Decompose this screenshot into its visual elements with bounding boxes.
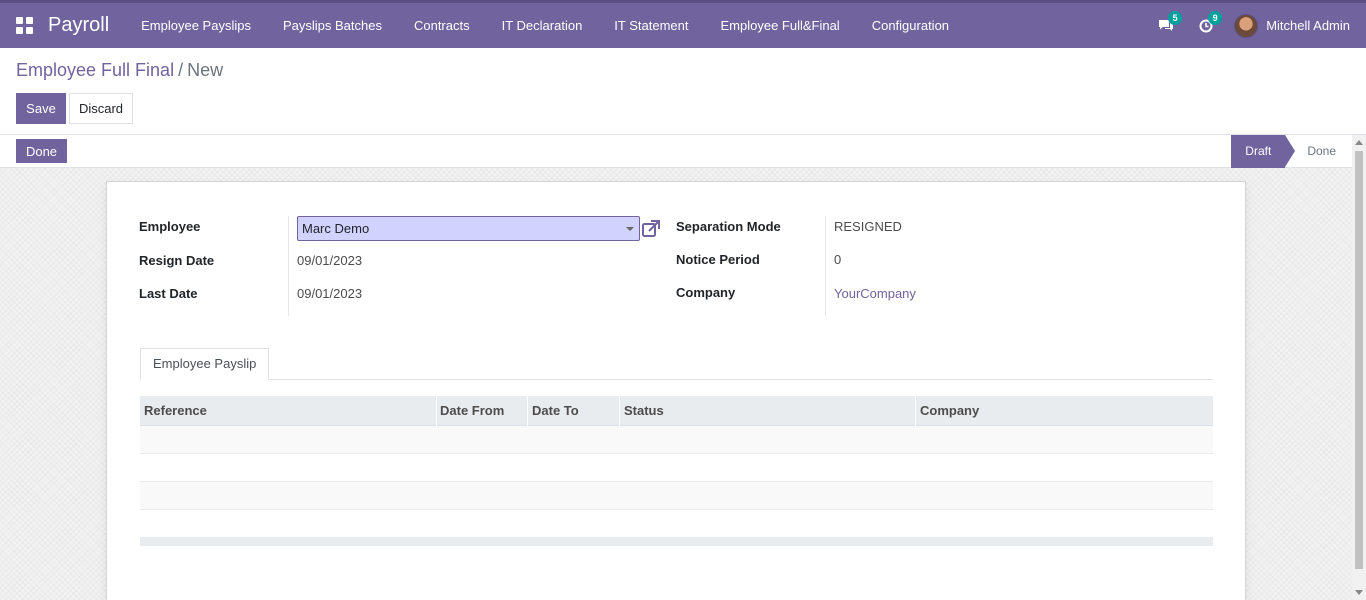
chevron-down-icon[interactable] [626, 227, 634, 231]
scroll-up-arrow-icon[interactable] [1355, 140, 1363, 145]
company-value[interactable]: YourCompany [834, 286, 916, 301]
employee-label: Employee [139, 219, 201, 234]
scroll-down-arrow-icon[interactable] [1355, 590, 1363, 595]
employee-field[interactable]: Marc Demo [297, 216, 640, 241]
breadcrumb-current: New [187, 60, 224, 80]
column-reference[interactable]: Reference [140, 396, 437, 426]
menu-it-statement[interactable]: IT Statement [598, 3, 704, 48]
stage-draft[interactable]: Draft [1231, 135, 1296, 168]
notice-period-label: Notice Period [676, 252, 760, 267]
menu-employee-full-final[interactable]: Employee Full&Final [704, 3, 855, 48]
tab-employee-payslip[interactable]: Employee Payslip [140, 348, 270, 380]
done-button[interactable]: Done [16, 139, 67, 163]
systray: 5 9 Mitchell Admin [1146, 3, 1350, 48]
breadcrumb-separator: / [178, 60, 184, 80]
column-status[interactable]: Status [620, 396, 916, 426]
scrollbar-thumb[interactable] [1355, 151, 1363, 569]
table-footer [140, 538, 1213, 546]
notice-period-value[interactable]: 0 [834, 252, 841, 267]
breadcrumb: Employee Full Final / New [16, 60, 223, 81]
external-link-icon[interactable] [641, 219, 661, 239]
payslip-table: Reference Date From Date To Status Compa… [140, 396, 1213, 546]
avatar [1234, 13, 1259, 38]
user-menu[interactable]: Mitchell Admin [1234, 13, 1350, 38]
menu-payslips-batches[interactable]: Payslips Batches [267, 3, 398, 48]
vertical-scrollbar[interactable] [1352, 135, 1366, 600]
company-label: Company [676, 285, 736, 300]
discard-button[interactable]: Discard [69, 93, 133, 124]
save-button[interactable]: Save [16, 93, 66, 124]
last-date-value[interactable]: 09/01/2023 [297, 286, 362, 301]
table-row [140, 454, 1213, 482]
column-company[interactable]: Company [916, 396, 1213, 426]
apps-menu-icon[interactable] [0, 3, 48, 48]
notebook-tabs: Employee Payslip [140, 348, 1213, 380]
table-header: Reference Date From Date To Status Compa… [140, 396, 1213, 426]
menu-contracts[interactable]: Contracts [398, 3, 486, 48]
left-group-divider [288, 216, 289, 316]
main-menu: Employee Payslips Payslips Batches Contr… [125, 3, 965, 48]
messages-badge: 5 [1168, 11, 1183, 25]
column-date-from[interactable]: Date From [436, 396, 528, 426]
breadcrumb-parent[interactable]: Employee Full Final [16, 60, 174, 80]
messaging-menu[interactable]: 5 [1146, 3, 1186, 48]
menu-employee-payslips[interactable]: Employee Payslips [125, 3, 267, 48]
employee-value: Marc Demo [302, 221, 370, 236]
menu-configuration[interactable]: Configuration [856, 3, 965, 48]
separation-mode-value[interactable]: RESIGNED [834, 219, 902, 234]
table-row [140, 510, 1213, 538]
right-group-divider [825, 216, 826, 316]
last-date-label: Last Date [139, 286, 198, 301]
table-row [140, 426, 1213, 454]
form-sheet: Employee Marc Demo Resign Date 09/01/202… [106, 181, 1246, 600]
resign-date-label: Resign Date [139, 253, 215, 268]
activities-badge: 9 [1208, 11, 1223, 25]
form-background: Employee Marc Demo Resign Date 09/01/202… [0, 168, 1352, 600]
stage-pipeline: Draft Done [1231, 135, 1352, 168]
column-date-to[interactable]: Date To [528, 396, 620, 426]
table-row [140, 482, 1213, 510]
control-panel: Employee Full Final / New Save Discard [0, 48, 1366, 135]
user-name: Mitchell Admin [1266, 18, 1350, 33]
resign-date-value[interactable]: 09/01/2023 [297, 253, 362, 268]
top-navbar: Payroll Employee Payslips Payslips Batch… [0, 0, 1366, 48]
stage-done[interactable]: Done [1285, 135, 1352, 168]
activity-menu[interactable]: 9 [1186, 3, 1226, 48]
separation-mode-label: Separation Mode [676, 219, 781, 234]
app-brand[interactable]: Payroll [48, 14, 109, 37]
statusbar: Done Draft Done [0, 135, 1352, 168]
menu-it-declaration[interactable]: IT Declaration [486, 3, 599, 48]
